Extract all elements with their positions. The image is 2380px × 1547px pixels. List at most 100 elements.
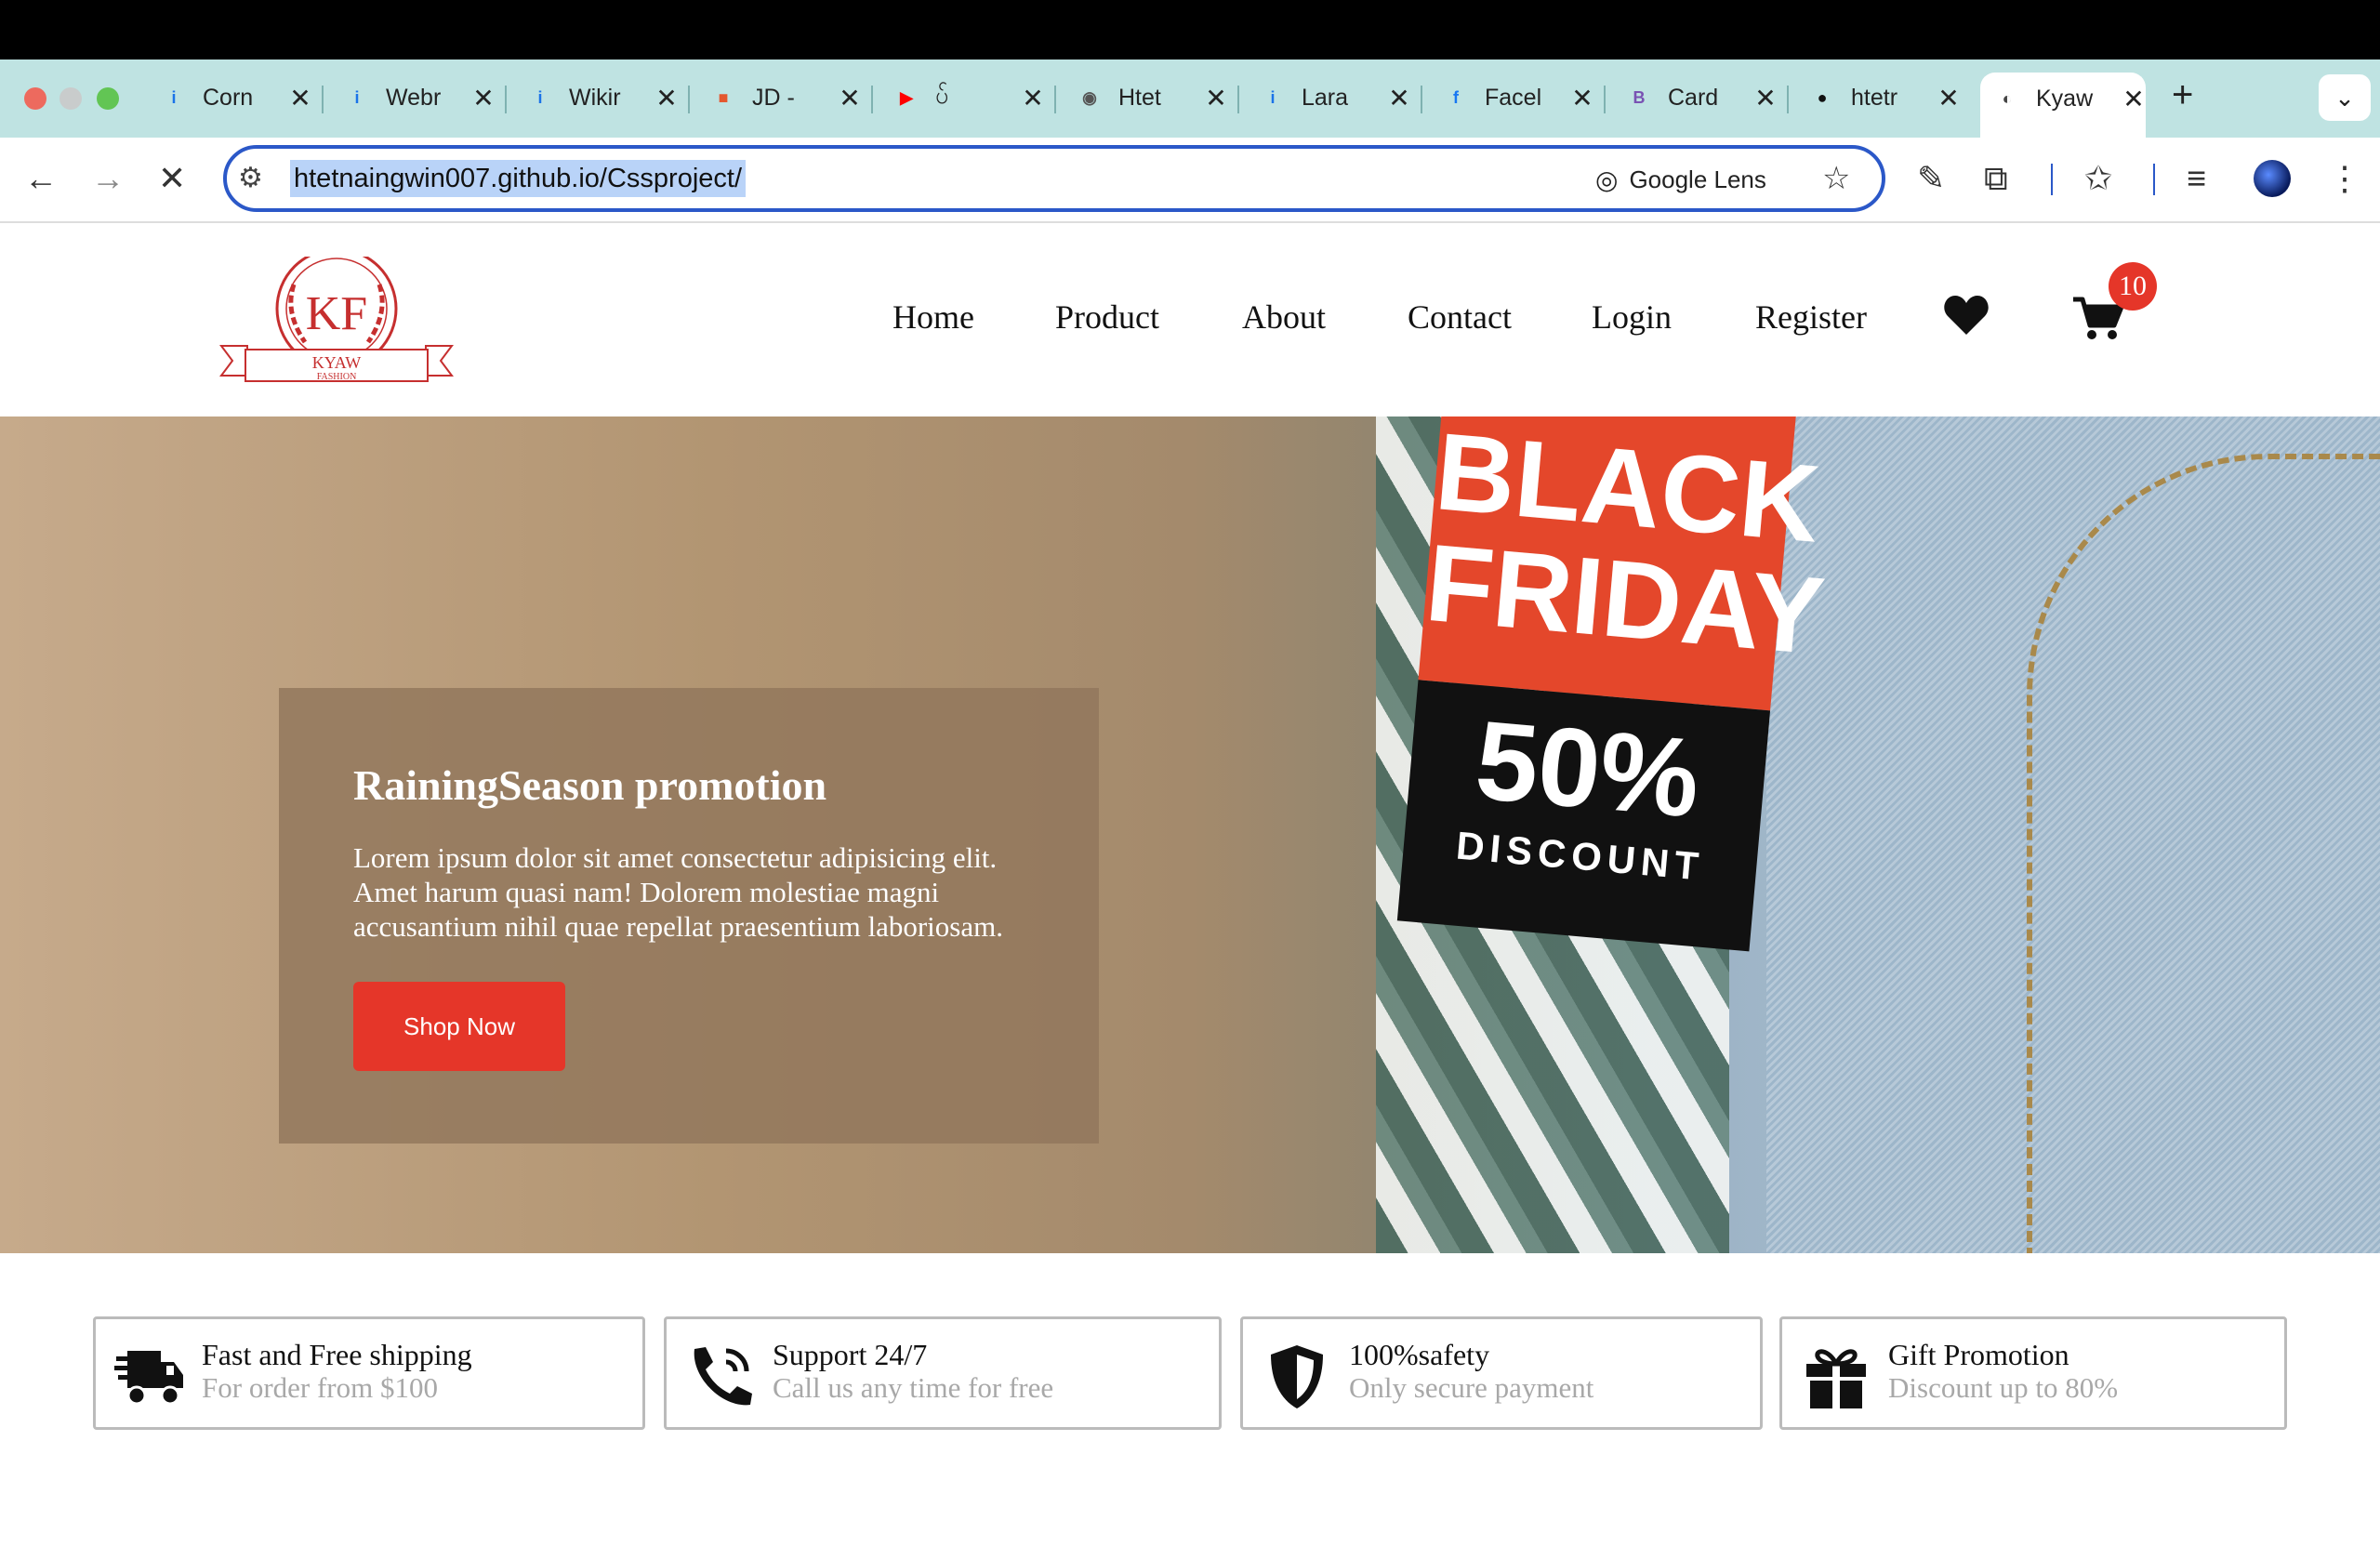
- nav-link-product[interactable]: Product: [1055, 298, 1159, 337]
- tab-separator: [505, 86, 507, 113]
- feature-subtitle: Call us any time for free: [773, 1371, 1054, 1404]
- cart-count-badge: 10: [2109, 262, 2157, 311]
- tab-separator: [1604, 86, 1606, 113]
- logo-initials: KF: [306, 287, 367, 340]
- new-tab-button[interactable]: +: [2172, 74, 2193, 116]
- minimize-window-button[interactable]: [60, 87, 82, 110]
- feature-card-safety: 100%safety Only secure payment: [1240, 1316, 1763, 1430]
- shop-now-button[interactable]: Shop Now: [353, 982, 565, 1071]
- maximize-window-button[interactable]: [97, 87, 119, 110]
- globe-icon: ◉: [1082, 87, 1097, 107]
- browser-tab[interactable]: ● htetr ✕: [1795, 73, 1961, 123]
- loading-icon: ◐: [2002, 88, 2013, 108]
- feature-title: Gift Promotion: [1888, 1338, 2069, 1371]
- close-tab-icon[interactable]: ✕: [654, 83, 679, 113]
- close-tab-icon[interactable]: ✕: [1021, 83, 1045, 113]
- feature-subtitle: Discount up to 80%: [1888, 1371, 2119, 1404]
- close-tab-icon[interactable]: ✕: [471, 83, 496, 113]
- browser-tab[interactable]: ▶ ပ် ✕: [879, 73, 1056, 123]
- toolbar-divider: [2153, 164, 2155, 195]
- close-tab-icon[interactable]: ✕: [1753, 83, 1778, 113]
- feature-subtitle: Only secure payment: [1349, 1371, 1594, 1404]
- nav-link-login[interactable]: Login: [1592, 298, 1672, 337]
- github-icon: ●: [1817, 87, 1828, 107]
- tag-line-2: FRIDAY: [1421, 521, 1830, 679]
- info-icon: i: [1270, 87, 1276, 107]
- tab-title: Webr: [386, 84, 442, 111]
- youtube-icon: ▶: [900, 87, 913, 107]
- tab-title: Wikir: [569, 84, 621, 111]
- browser-tab[interactable]: ◉ Htet ✕: [1063, 73, 1239, 123]
- eyedropper-icon[interactable]: ✎: [1917, 160, 1945, 197]
- logo-name: KYAW: [312, 353, 362, 372]
- close-tab-icon[interactable]: ✕: [2122, 84, 2146, 114]
- shield-icon: [1271, 1345, 1323, 1408]
- nav-link-about[interactable]: About: [1242, 298, 1326, 337]
- nav-link-home[interactable]: Home: [892, 298, 974, 337]
- tab-title: Htet: [1118, 84, 1161, 111]
- chevron-down-icon: ⌄: [2334, 83, 2355, 112]
- feature-subtitle: For order from $100: [202, 1371, 438, 1404]
- jd-icon: ■: [718, 87, 729, 107]
- feature-title: Fast and Free shipping: [202, 1338, 472, 1371]
- tab-separator: [871, 86, 873, 113]
- profile-avatar[interactable]: [2254, 160, 2291, 197]
- screen-top-bar: [0, 0, 2380, 60]
- back-button[interactable]: ←: [24, 160, 58, 197]
- tab-title: htetr: [1851, 84, 1898, 111]
- heart-icon[interactable]: [1943, 294, 1990, 337]
- tab-title: ပ်: [935, 82, 949, 109]
- url-text[interactable]: htetnaingwin007.github.io/Cssproject/: [290, 160, 747, 197]
- feature-title: 100%safety: [1349, 1338, 1490, 1371]
- pocket-stitching: [2027, 454, 2380, 1253]
- close-tab-icon[interactable]: ✕: [288, 83, 312, 113]
- promo-text: Lorem ipsum dolor sit amet consectetur a…: [353, 841, 1003, 943]
- feature-card-shipping: Fast and Free shipping For order from $1…: [93, 1316, 645, 1430]
- forward-button[interactable]: →: [91, 160, 125, 197]
- bootstrap-icon: B: [1633, 87, 1646, 107]
- feature-card-gift: Gift Promotion Discount up to 80%: [1779, 1316, 2287, 1430]
- phone-icon: [694, 1347, 752, 1406]
- browser-tab[interactable]: i Wikir ✕: [513, 73, 690, 123]
- tab-title: Corn: [203, 84, 254, 111]
- site-settings-icon[interactable]: ⚙: [238, 162, 263, 194]
- nav-link-register[interactable]: Register: [1755, 298, 1867, 337]
- close-tab-icon[interactable]: ✕: [1204, 83, 1228, 113]
- browser-tab[interactable]: ■ JD - ✕: [696, 73, 873, 123]
- feature-card-support: Support 24/7 Call us any time for free: [664, 1316, 1222, 1430]
- browser-tab[interactable]: i Lara ✕: [1246, 73, 1422, 123]
- browser-tab[interactable]: f Facel ✕: [1429, 73, 1606, 123]
- more-menu-icon[interactable]: ⋮: [2328, 160, 2361, 197]
- nav-link-contact[interactable]: Contact: [1408, 298, 1512, 337]
- tab-title: Lara: [1302, 84, 1349, 111]
- extensions-icon[interactable]: ⧉: [1984, 160, 2008, 197]
- tab-separator: [1787, 86, 1789, 113]
- info-icon: i: [537, 87, 543, 107]
- bookmarks-icon[interactable]: ✩: [2084, 160, 2112, 197]
- browser-tab[interactable]: ◐ Kyaw ✕: [1980, 73, 2146, 138]
- close-tab-icon[interactable]: ✕: [838, 83, 862, 113]
- facebook-icon: f: [1453, 87, 1459, 107]
- tab-title: JD -: [752, 84, 795, 111]
- bookmark-star-icon[interactable]: ☆: [1822, 160, 1850, 197]
- google-lens-button[interactable]: ◎ Google Lens: [1595, 158, 1766, 201]
- close-tab-icon[interactable]: ✕: [1570, 83, 1594, 113]
- media-control-icon[interactable]: ≡: [2187, 160, 2206, 197]
- tab-title: Kyaw: [2036, 85, 2094, 112]
- stop-loading-button[interactable]: ✕: [158, 160, 186, 197]
- logo-sub: FASHION: [317, 372, 357, 382]
- site-logo[interactable]: KF KYAW FASHION: [219, 257, 454, 387]
- browser-tab[interactable]: B Card ✕: [1612, 73, 1789, 123]
- tab-title: Card: [1668, 84, 1719, 111]
- browser-tab[interactable]: i Webr ✕: [330, 73, 507, 123]
- browser-tab[interactable]: i Corn ✕: [147, 73, 324, 123]
- google-lens-label: Google Lens: [1629, 165, 1766, 193]
- toolbar-divider: [2051, 164, 2053, 195]
- close-window-button[interactable]: [24, 87, 46, 110]
- close-tab-icon[interactable]: ✕: [1387, 83, 1411, 113]
- tab-separator: [322, 86, 324, 113]
- tab-search-button[interactable]: ⌄: [2319, 74, 2371, 121]
- tab-separator: [1421, 86, 1422, 113]
- black-friday-tag: BLACK FRIDAY 50% DISCOUNT: [1396, 416, 1830, 952]
- close-tab-icon[interactable]: ✕: [1937, 83, 1961, 113]
